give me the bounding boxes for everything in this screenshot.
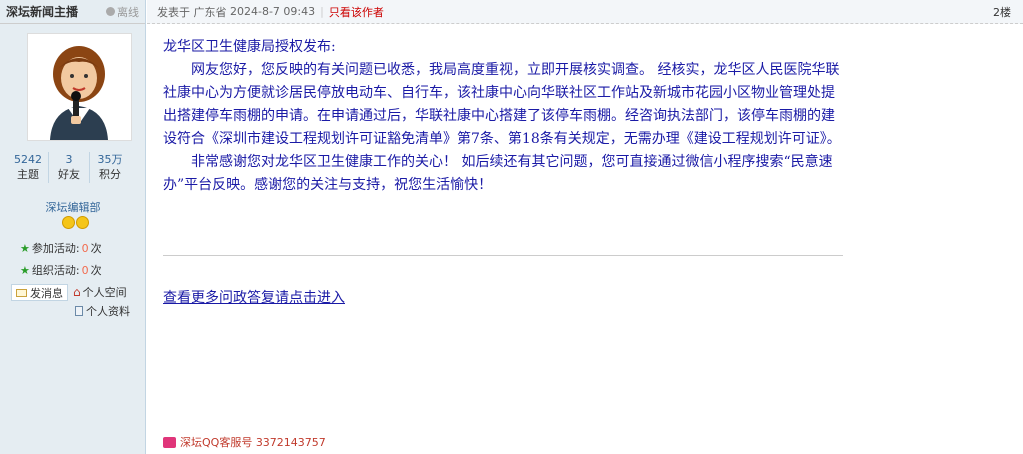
send-message-button[interactable]: 发消息 (11, 284, 68, 301)
stat-friends[interactable]: 3 好友 (49, 152, 90, 183)
offline-icon (106, 7, 115, 16)
moon-medal-icon (76, 216, 89, 229)
qq-service[interactable]: 深坛QQ客服号 3372143757 (163, 434, 326, 450)
activity-label: 组织活动: (31, 264, 80, 277)
activity-unit: 次 (90, 242, 102, 255)
post-paragraph: 网友您好，您反映的有关问题已收悉，我局高度重视，立即开展核实调查。 经核实，龙华… (163, 62, 841, 147)
posted-prefix: 发表于 (157, 5, 190, 19)
stat-points[interactable]: 35万 积分 (90, 152, 130, 183)
post-paragraph: 非常感谢您对龙华区卫生健康工作的关心！ 如后续还有其它问题，您可直接通过微信小程… (163, 154, 833, 193)
post-datetime: 2024-8-7 09:43 (230, 5, 316, 18)
stat-value: 35万 (97, 153, 123, 166)
home-icon: ⌂ (73, 285, 81, 299)
send-message-label: 发消息 (30, 286, 63, 300)
floor-number[interactable]: 2楼 (993, 4, 1011, 20)
medals (62, 216, 89, 229)
post-content: 龙华区卫生健康局授权发布: 网友您好，您反映的有关问题已收悉，我局高度重视，立即… (163, 36, 847, 197)
stat-value: 5242 (14, 153, 42, 166)
personal-space-link[interactable]: ⌂ 个人空间 (73, 284, 127, 300)
personal-space-label: 个人空间 (82, 286, 127, 299)
only-author-link[interactable]: 只看该作者 (329, 4, 384, 20)
avatar[interactable] (27, 33, 132, 141)
stat-label: 好友 (58, 168, 80, 181)
author-name[interactable]: 深坛新闻主播 (6, 3, 78, 20)
activity-label: 参加活动: (31, 242, 80, 255)
author-stats: 5242 主题 3 好友 35万 积分 (8, 152, 130, 183)
stat-label: 主题 (17, 168, 39, 181)
activity-unit: 次 (90, 264, 102, 277)
qq-service-label: 深坛QQ客服号 3372143757 (180, 436, 326, 449)
more-replies-link[interactable]: 查看更多问政答复请点击进入 (163, 287, 345, 307)
avatar-image (28, 34, 131, 140)
post-header: 发表于 广东省 2024-8-7 09:43 | 只看该作者 2楼 (147, 0, 1023, 24)
author-header: 深坛新闻主播 离线 (0, 0, 145, 24)
online-status-label: 离线 (117, 5, 139, 19)
activity-count: 0 (81, 241, 89, 255)
activity-joined: ★ 参加活动: 0 次 (20, 240, 102, 256)
content-divider (163, 255, 843, 256)
running-person-icon: ★ (20, 241, 30, 255)
envelope-icon (16, 288, 27, 297)
smile-medal-icon (62, 216, 75, 229)
author-sidebar: 深坛新闻主播 离线 5242 主题 3 好友 35万 积分 深坛编辑部 ★ 参加… (0, 0, 146, 454)
activity-count: 0 (81, 263, 89, 277)
post-location: 广东省 (193, 5, 227, 19)
post-paragraph-heading: 龙华区卫生健康局授权发布: (163, 39, 336, 55)
separator: | (320, 5, 324, 18)
profile-label: 个人资料 (86, 305, 130, 318)
user-group[interactable]: 深坛编辑部 (0, 199, 146, 215)
profile-link[interactable]: 个人资料 (75, 303, 130, 319)
post-area: 发表于 广东省 2024-8-7 09:43 | 只看该作者 2楼 龙华区卫生健… (147, 0, 1023, 454)
running-person-icon: ★ (20, 263, 30, 277)
document-icon (75, 306, 83, 316)
activity-organized: ★ 组织活动: 0 次 (20, 262, 102, 278)
stat-label: 积分 (99, 168, 121, 181)
stat-value: 3 (65, 153, 73, 166)
online-status: 离线 (106, 4, 139, 20)
stat-threads[interactable]: 5242 主题 (8, 152, 49, 183)
qq-icon (163, 436, 176, 448)
